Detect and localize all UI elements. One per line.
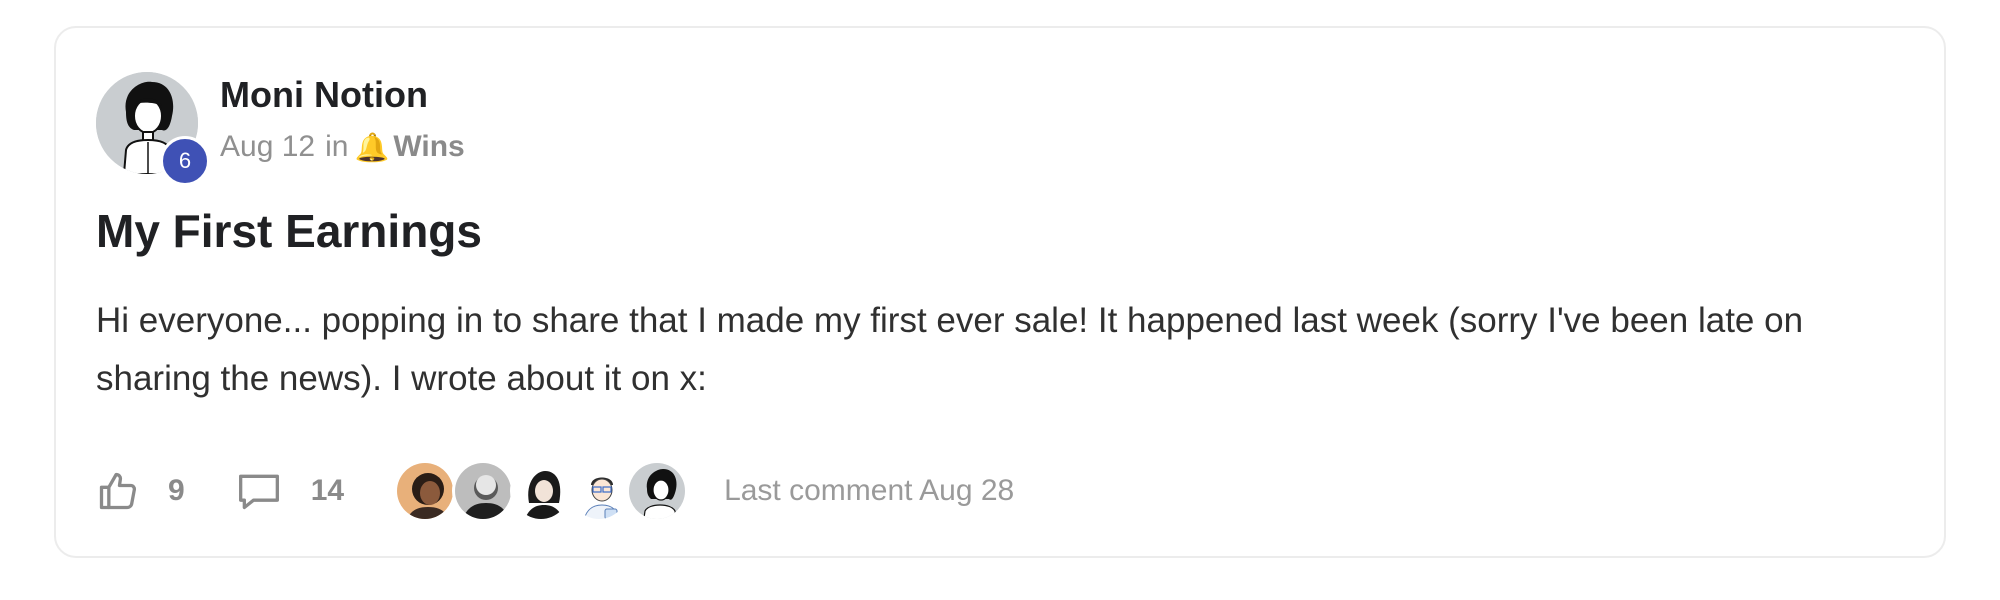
author-avatar[interactable]: 6	[96, 72, 210, 186]
commenter-avatar[interactable]	[510, 460, 573, 522]
author-name[interactable]: Moni Notion	[220, 74, 428, 116]
commenter-avatars[interactable]	[394, 460, 689, 522]
commenter-avatar[interactable]	[394, 460, 457, 522]
like-count: 9	[168, 474, 185, 507]
thumbs-up-icon	[96, 469, 140, 513]
commenter-avatar[interactable]	[626, 460, 689, 522]
level-badge: 6	[160, 136, 210, 186]
post-body: Hi everyone... popping in to share that …	[96, 301, 1804, 398]
post-meta-in: in	[325, 130, 349, 163]
bell-icon: 🔔	[354, 131, 390, 163]
post-title[interactable]: My First Earnings	[96, 204, 482, 258]
comment-bubble-icon	[235, 469, 283, 513]
comment-count: 14	[310, 474, 345, 507]
post-category[interactable]: Wins	[393, 130, 464, 164]
commenter-avatar[interactable]	[568, 460, 631, 522]
commenter-avatar[interactable]	[452, 460, 515, 522]
post-meta: Aug 12 in 🔔 Wins	[220, 130, 465, 164]
last-comment-date: Last comment Aug 28	[724, 474, 1015, 507]
post-footer: 9 14 Last comment Aug 28	[96, 456, 1014, 526]
post-date[interactable]: Aug 12	[220, 130, 315, 164]
post-card[interactable]: 6 Moni Notion Aug 12 in 🔔 Wins My First …	[54, 26, 1946, 558]
comment-button[interactable]: 14	[235, 469, 344, 513]
like-button[interactable]: 9	[96, 469, 185, 513]
